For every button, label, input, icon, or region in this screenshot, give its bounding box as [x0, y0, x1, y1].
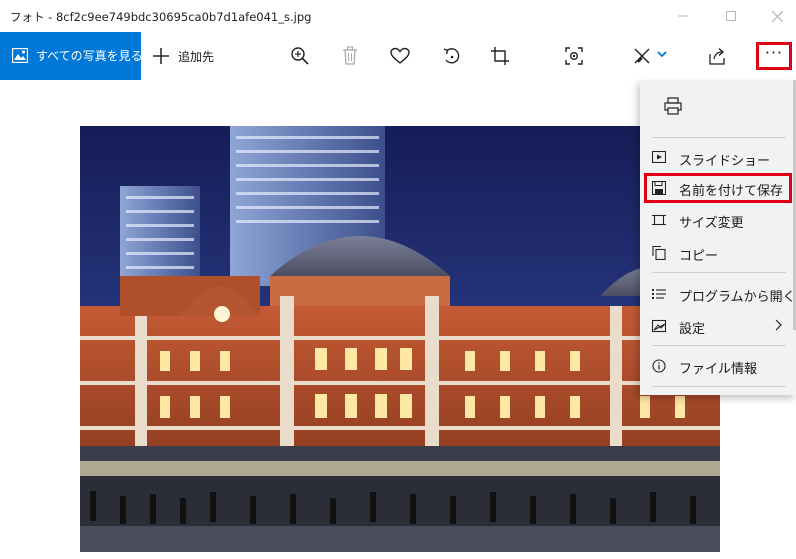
all-photos-button[interactable]: すべての写真を見る [0, 32, 143, 80]
photo-image [80, 126, 720, 552]
menu-item-label: プログラムから開く [679, 290, 796, 305]
minimize-button[interactable] [660, 0, 706, 32]
menu-item-resize[interactable]: サイズ変更 [640, 205, 796, 235]
maximize-icon [726, 11, 736, 21]
menu-item-label: スライドショー [679, 154, 771, 169]
close-icon [771, 10, 783, 22]
info-icon [652, 359, 666, 373]
minimize-icon [678, 15, 688, 17]
chevron-right-icon [775, 319, 782, 331]
menu-item-label: サイズ変更 [679, 216, 744, 231]
maximize-button[interactable] [708, 0, 754, 32]
delete-icon [343, 46, 357, 65]
menu-separator [652, 272, 786, 273]
photo-gallery-icon [12, 48, 28, 63]
photo-view[interactable] [80, 126, 720, 552]
menu-item-label: 名前を付けて保存 [679, 184, 784, 199]
menu-separator [652, 137, 786, 138]
more-icon: ··· [764, 43, 784, 62]
menu-item-settings[interactable]: 設定 [640, 311, 796, 341]
menu-item-copy[interactable]: コピー [640, 238, 796, 268]
menu-item-label: コピー [679, 249, 719, 264]
title-bar: フォト - 8cf2c9ee749bdc30695ca0b7d1afe041_s… [0, 0, 796, 32]
copy-icon [652, 246, 666, 260]
crop-button[interactable] [488, 44, 512, 68]
add-to-label: 追加先 [178, 50, 215, 64]
share-button[interactable] [705, 44, 729, 68]
delete-button[interactable] [338, 44, 362, 68]
zoom-button[interactable] [288, 44, 312, 68]
plus-icon [153, 48, 169, 64]
settings-icon [652, 319, 666, 333]
menu-item-label: ファイル情報 [679, 362, 758, 377]
share-icon [709, 48, 725, 65]
edit-draw-icon [634, 48, 667, 64]
crop-icon [491, 47, 509, 65]
menu-item-open-with[interactable]: プログラムから開く [640, 279, 796, 309]
enhance-icon [565, 47, 583, 65]
resize-icon [652, 214, 666, 226]
menu-item-slideshow[interactable]: スライドショー [640, 143, 796, 173]
menu-separator [652, 386, 786, 387]
rotate-icon [443, 48, 460, 64]
menu-item-file-info[interactable]: ファイル情報 [640, 351, 796, 381]
zoom-icon [291, 47, 309, 65]
open-with-icon [652, 289, 666, 299]
print-icon[interactable] [664, 97, 682, 115]
save-icon [652, 181, 666, 195]
slideshow-icon [652, 151, 666, 163]
edit-draw-button[interactable] [632, 44, 672, 68]
window-title: フォト - 8cf2c9ee749bdc30695ca0b7d1afe041_s… [10, 10, 312, 24]
menu-separator [652, 345, 786, 346]
menu-item-label: 設定 [679, 322, 706, 337]
rotate-button[interactable] [440, 44, 464, 68]
more-options-menu: スライドショー 名前を付けて保存 サイズ変更 コピー プログラムから開く 設定 … [640, 81, 796, 395]
favorite-button[interactable] [388, 44, 412, 68]
toolbar: すべての写真を見る 追加先 ··· [0, 32, 796, 80]
favorite-heart-icon [390, 47, 410, 64]
close-button[interactable] [754, 0, 796, 32]
more-options-button[interactable]: ··· [756, 42, 792, 70]
menu-item-save-as[interactable]: 名前を付けて保存 [644, 173, 792, 203]
enhance-button[interactable] [562, 44, 586, 68]
all-photos-label: すべての写真を見る [36, 49, 143, 63]
